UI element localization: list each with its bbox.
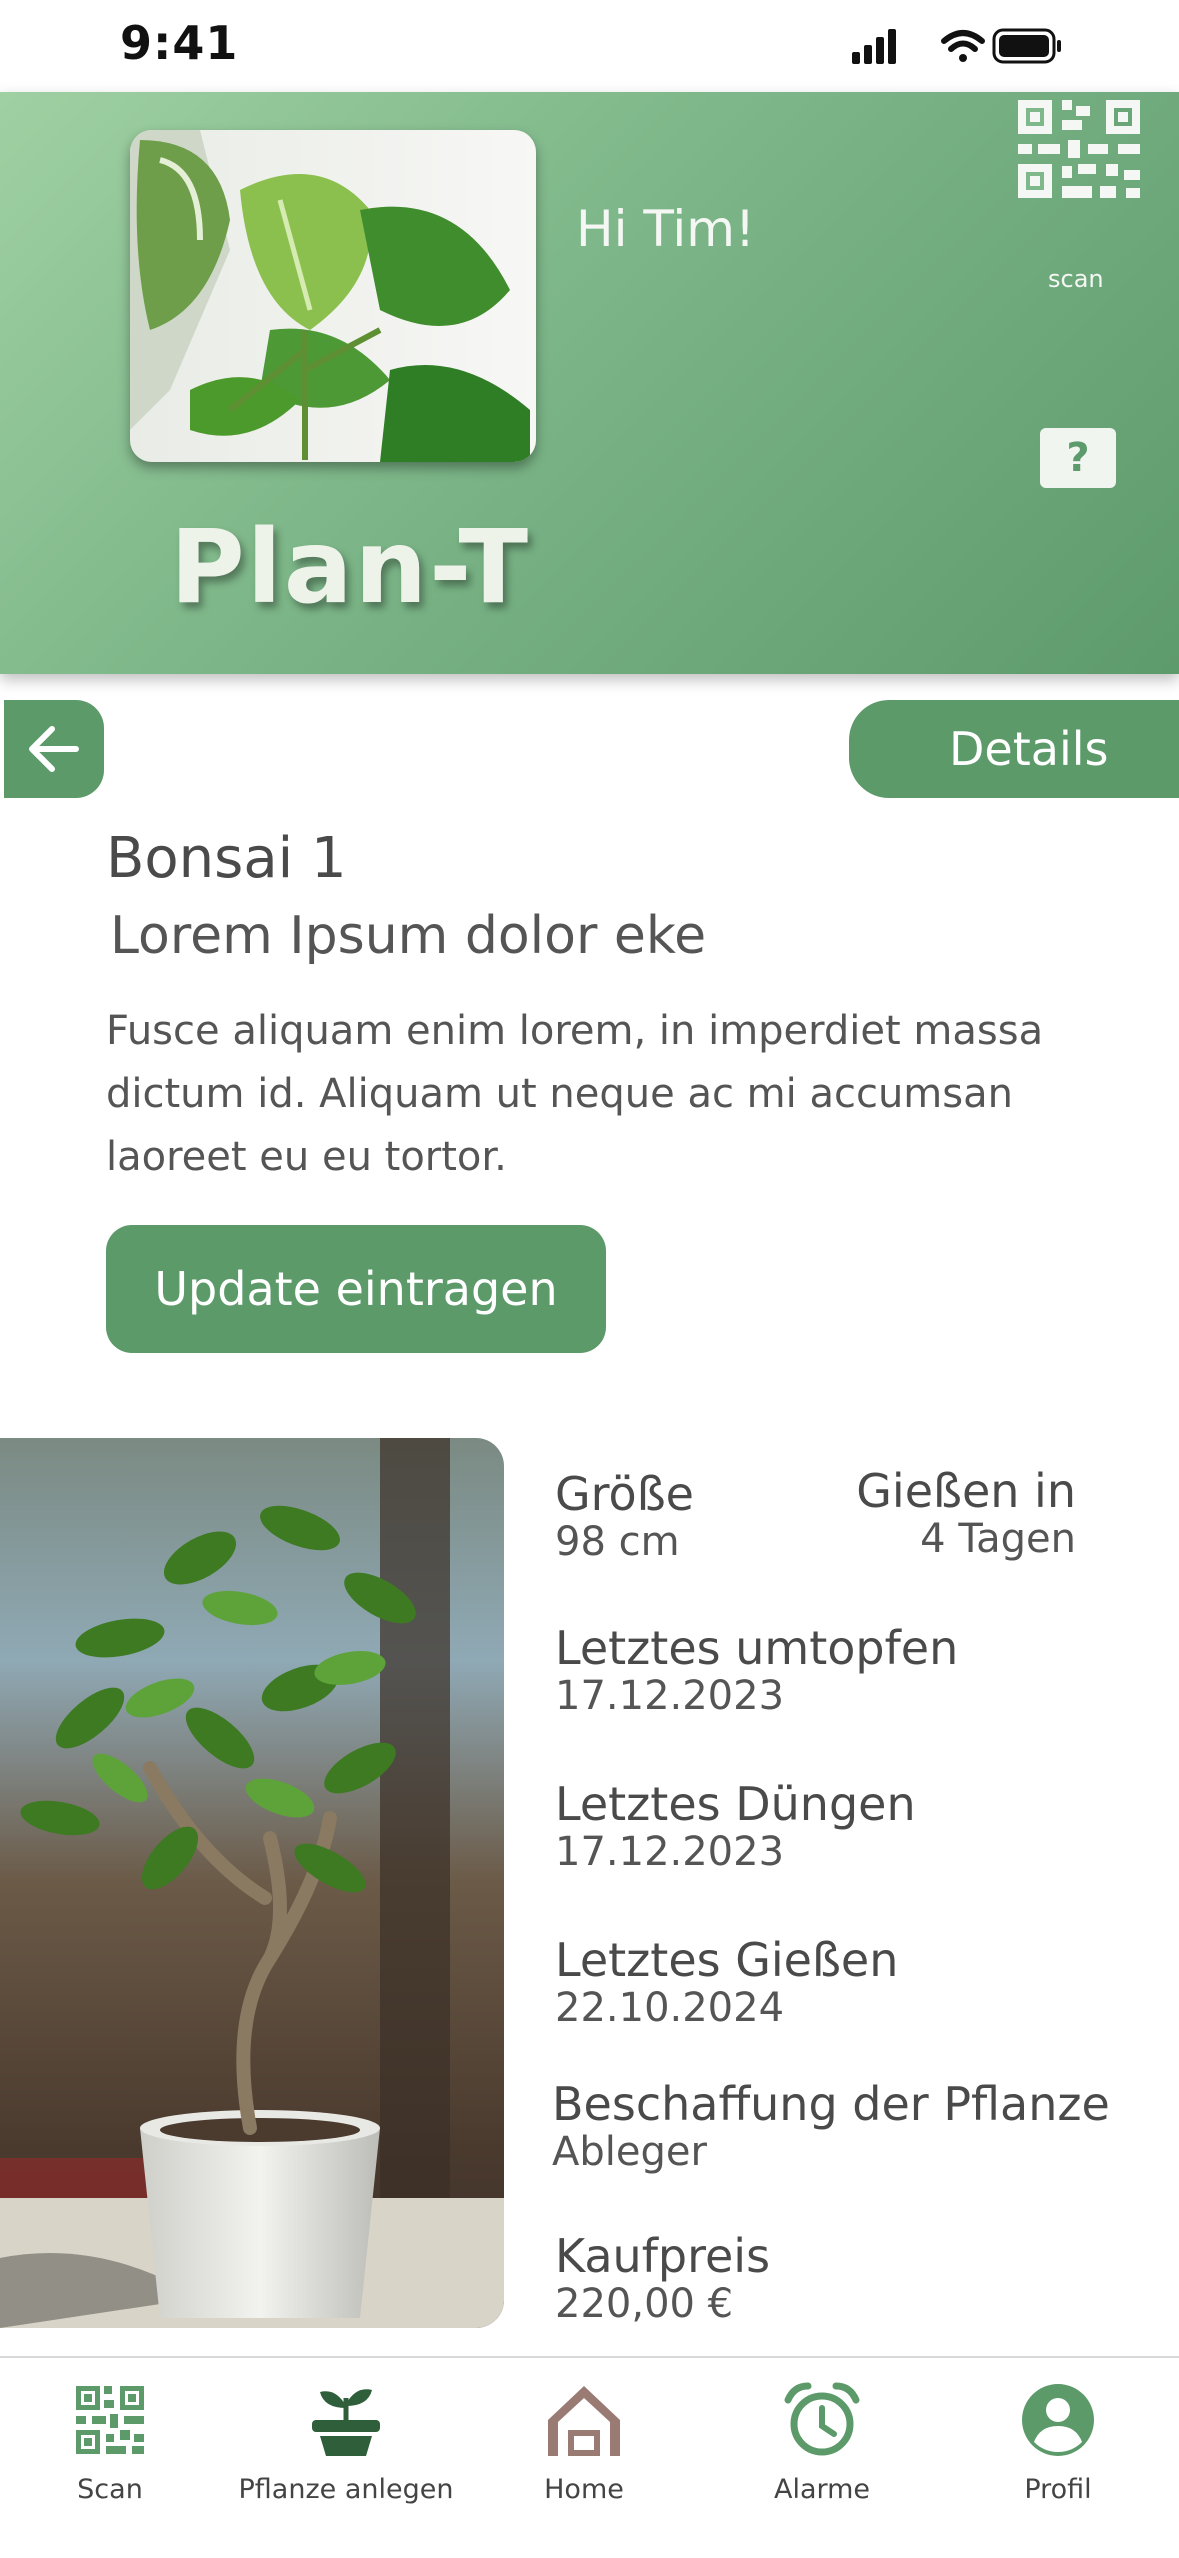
price-block: Kaufpreis 220,00 € [555, 2230, 770, 2326]
fertilize-value: 17.12.2023 [555, 1829, 785, 1875]
arrow-left-icon [29, 726, 79, 772]
scan-label: scan [1048, 265, 1104, 293]
wifi-icon [941, 30, 985, 62]
plant-description: Fusce aliquam enim lorem, in imperdiet m… [106, 1008, 1044, 1180]
update-button[interactable]: Update eintragen [106, 1225, 606, 1353]
nav-profile[interactable]: Profil [948, 2380, 1168, 2520]
plant-subtitle: Lorem Ipsum dolor eke [110, 906, 707, 966]
watering-in-block: Gießen in 4 Tagen [856, 1465, 1076, 1561]
watering-in-value: 4 Tagen [920, 1516, 1076, 1562]
size-label: Größe [555, 1467, 694, 1521]
nav-alarms[interactable]: Alarme [712, 2380, 932, 2520]
plant-name: Bonsai 1 [106, 826, 347, 891]
size-value: 98 cm [555, 1519, 680, 1565]
status-time: 9:41 [120, 16, 239, 70]
battery-icon [992, 28, 1061, 64]
signal-icon [852, 29, 896, 64]
back-button[interactable] [4, 700, 104, 798]
qr-icon [76, 2386, 144, 2454]
greeting-text: Hi Tim! [576, 200, 756, 258]
app-brand-title: Plan-T [170, 508, 531, 627]
source-value: Ableger [552, 2129, 707, 2175]
plant-pot-icon [312, 2389, 380, 2456]
watering-in-label: Gießen in [856, 1464, 1076, 1518]
status-icons [852, 28, 1061, 64]
repot-value: 17.12.2023 [555, 1673, 785, 1719]
fertilize-label: Letztes Düngen [555, 1777, 916, 1831]
nav-scan-label: Scan [77, 2474, 143, 2505]
last-watered-value: 22.10.2024 [555, 1985, 785, 2031]
repot-label: Letztes umtopfen [555, 1621, 959, 1675]
repot-block: Letztes umtopfen 17.12.2023 [555, 1622, 958, 1718]
nav-add-plant-label: Pflanze anlegen [238, 2474, 454, 2505]
source-label: Beschaffung der Pflanze [552, 2077, 1110, 2131]
price-label: Kaufpreis [555, 2229, 771, 2283]
details-button[interactable]: Details [849, 700, 1179, 798]
fertilize-block: Letztes Düngen 17.12.2023 [555, 1778, 916, 1874]
status-bar: 9:41 [0, 0, 1179, 92]
nav-add-plant[interactable]: Pflanze anlegen [236, 2380, 456, 2520]
nav-alarms-label: Alarme [773, 2474, 871, 2505]
size-block: Größe 98 cm [555, 1468, 694, 1564]
help-button[interactable]: ? [1040, 428, 1116, 488]
last-watered-label: Letztes Gießen [555, 1933, 899, 1987]
qr-scan-icon[interactable] [1018, 100, 1140, 198]
nav-scan[interactable]: Scan [0, 2380, 220, 2520]
header-plant-image [130, 130, 536, 462]
price-value: 220,00 € [555, 2281, 734, 2327]
nav-profile-label: Profil [1024, 2474, 1092, 2505]
last-watered-block: Letztes Gießen 22.10.2024 [555, 1934, 898, 2030]
bonsai-photo [0, 1438, 504, 2328]
home-icon [548, 2386, 620, 2456]
nav-home[interactable]: Home [474, 2380, 694, 2520]
alarm-icon [784, 2382, 860, 2456]
profile-icon [1022, 2384, 1094, 2456]
source-block: Beschaffung der Pflanze Ableger [552, 2078, 1110, 2174]
nav-home-label: Home [544, 2474, 624, 2505]
